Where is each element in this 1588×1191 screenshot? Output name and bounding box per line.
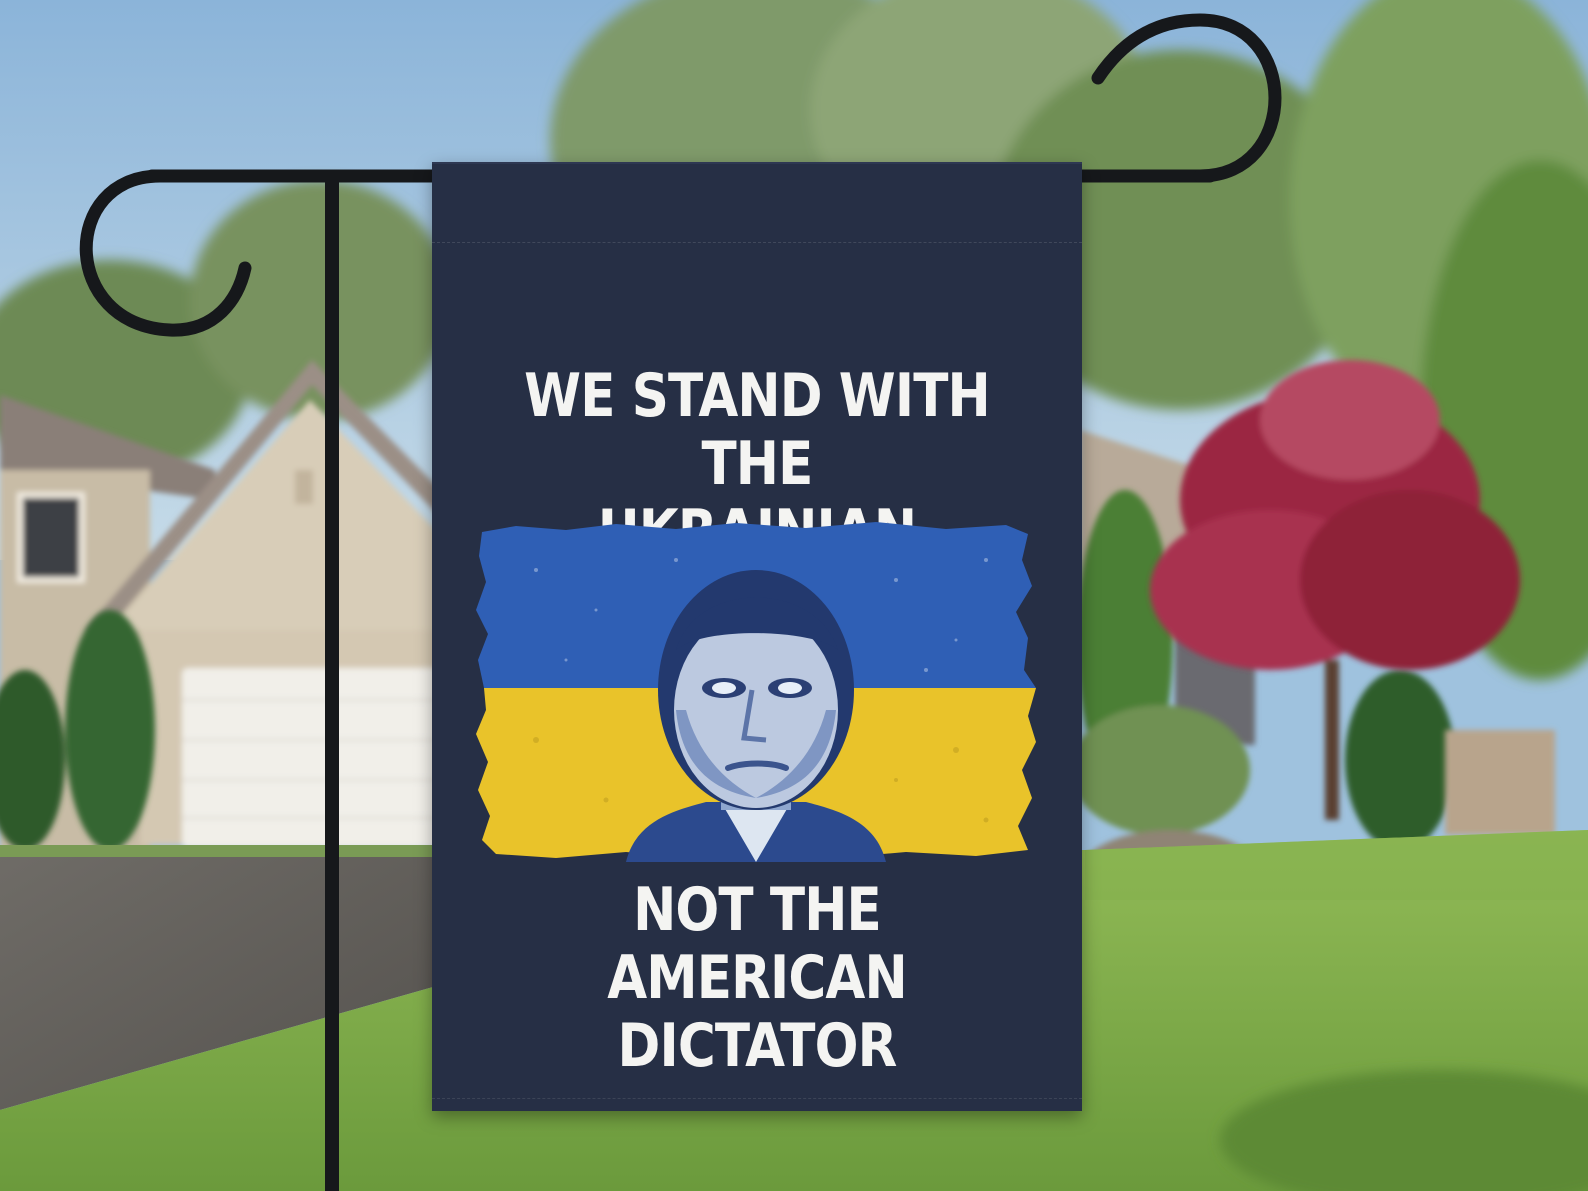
fence [1445, 730, 1555, 835]
footer-line-1: NOT THE [633, 875, 882, 945]
ukraine-flag-portrait-art [476, 522, 1036, 862]
garden-flag: WE STAND WITH THE UKRAINIAN PRESIDENT [432, 162, 1082, 1111]
flag-footer: NOT THE AMERICAN DICTATOR [478, 876, 1037, 1080]
flag-hem-stitch [432, 242, 1082, 243]
headline-line-1: WE STAND WITH THE [524, 361, 991, 499]
footer-line-2: AMERICAN DICTATOR [607, 943, 907, 1081]
flag-bottom-stitch [432, 1098, 1082, 1099]
